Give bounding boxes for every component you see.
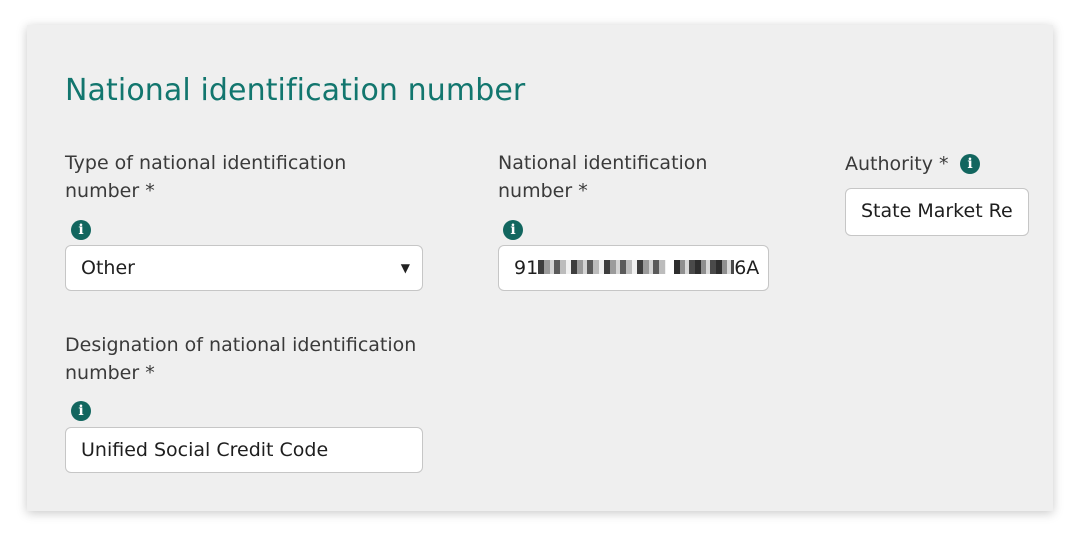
redacted-block-2 <box>674 259 735 274</box>
number-value-prefix: 91 <box>514 257 539 279</box>
number-label: National identification number * <box>498 149 707 205</box>
redacted-block <box>538 259 667 274</box>
number-info-icon[interactable]: i <box>503 220 523 240</box>
type-select[interactable]: Other ▼ <box>65 245 423 291</box>
type-label-line1: Type of national identification <box>65 152 347 174</box>
designation-value: Unified Social Credit Code <box>81 439 329 461</box>
designation-label: Designation of national identification n… <box>65 331 416 387</box>
number-label-line1: National identification <box>498 152 708 174</box>
designation-label-line2: number * <box>65 362 155 384</box>
type-label: Type of national identification number * <box>65 149 346 205</box>
number-input[interactable]: 91 6A <box>498 245 769 291</box>
type-info-icon[interactable]: i <box>71 220 91 240</box>
authority-input[interactable]: State Market Re <box>845 188 1029 236</box>
section-title: National identification number <box>65 73 526 108</box>
type-select-value: Other <box>81 257 135 279</box>
designation-info-icon[interactable]: i <box>71 401 91 421</box>
caret-down-icon: ▼ <box>400 261 410 275</box>
authority-value: State Market Re <box>861 200 1013 222</box>
designation-label-line1: Designation of national identification <box>65 334 417 356</box>
authority-label: Authority * <box>845 153 949 175</box>
authority-info-icon[interactable]: i <box>960 154 980 174</box>
number-label-line2: number * <box>498 180 588 202</box>
designation-input[interactable]: Unified Social Credit Code <box>65 427 423 473</box>
number-value-suffix: 6A <box>734 257 760 279</box>
type-label-line2: number * <box>65 180 155 202</box>
